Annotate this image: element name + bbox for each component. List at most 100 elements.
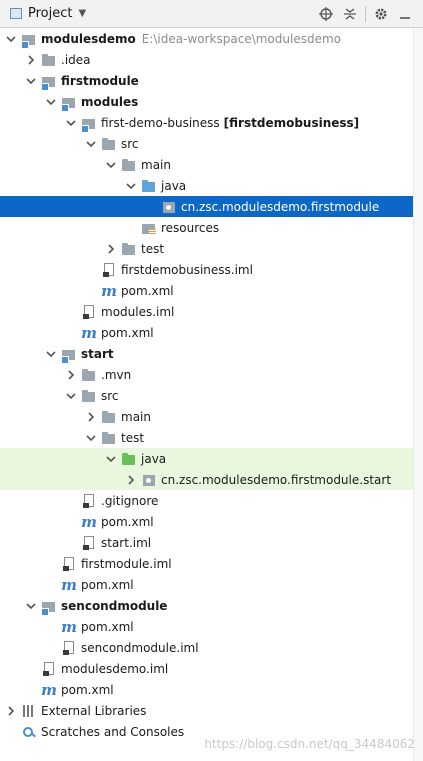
maven-icon: m xyxy=(61,575,77,594)
tree-node[interactable]: .gitignore xyxy=(0,490,423,511)
collapse-icon[interactable] xyxy=(338,4,362,24)
expand-down-icon[interactable] xyxy=(123,178,139,194)
tree-node-label: start xyxy=(81,346,114,361)
expand-down-icon[interactable] xyxy=(23,598,39,614)
tree-node-label: modulesdemo xyxy=(41,31,136,46)
tree-node[interactable]: modulesdemo E:\idea-workspace\modulesdemo xyxy=(0,28,423,49)
folder-icon xyxy=(101,409,117,425)
tree-node-extra: E:\idea-workspace\modulesdemo xyxy=(141,31,341,46)
tree-node-label: test xyxy=(121,430,145,445)
tree-node[interactable]: java xyxy=(0,175,423,196)
tree-node-label: sencondmodule xyxy=(61,598,168,613)
tree-node[interactable]: m pom.xml xyxy=(0,280,423,301)
maven-icon: m xyxy=(41,680,57,699)
tree-node-extra: [firstdemobusiness] xyxy=(223,115,360,130)
iml-file-icon xyxy=(101,262,117,278)
tree-node[interactable]: java xyxy=(0,448,423,469)
tree-node-label: sencondmodule.iml xyxy=(81,640,199,655)
tree-node[interactable]: cn.zsc.modulesdemo.firstmodule xyxy=(0,196,423,217)
tree-node[interactable]: m pom.xml xyxy=(0,322,423,343)
tree-node-label: main xyxy=(141,157,171,172)
expand-right-icon[interactable] xyxy=(3,703,19,719)
tree-node[interactable]: first-demo-business [firstdemobusiness] xyxy=(0,112,423,133)
expand-down-icon[interactable] xyxy=(103,451,119,467)
project-view-selector[interactable]: Project ▼ xyxy=(10,6,86,21)
tree-node-label: main xyxy=(121,409,151,424)
tree-node[interactable]: .mvn xyxy=(0,364,423,385)
gear-icon[interactable] xyxy=(369,4,393,24)
expand-right-icon[interactable] xyxy=(103,241,119,257)
tree-node[interactable]: start xyxy=(0,343,423,364)
maven-icon: m xyxy=(61,617,77,636)
iml-file-icon xyxy=(41,661,57,677)
tree-node[interactable]: cn.zsc.modulesdemo.firstmodule.start xyxy=(0,469,423,490)
tree-node-label: start.iml xyxy=(101,535,152,550)
folder-icon xyxy=(81,367,97,383)
tree-node[interactable]: .idea xyxy=(0,49,423,70)
tree-node-label: java xyxy=(161,178,187,193)
expand-down-icon[interactable] xyxy=(63,115,79,131)
expand-down-icon[interactable] xyxy=(63,388,79,404)
tree-node-label: firstdemobusiness.iml xyxy=(121,262,253,277)
expand-down-icon[interactable] xyxy=(103,157,119,173)
expand-right-icon[interactable] xyxy=(83,409,99,425)
expand-down-icon[interactable] xyxy=(83,136,99,152)
tree-node[interactable]: modules.iml xyxy=(0,301,423,322)
iml-file-icon xyxy=(81,493,97,509)
tree-node[interactable]: resources xyxy=(0,217,423,238)
tree-node-label: pom.xml xyxy=(81,619,134,634)
tree-node[interactable]: src xyxy=(0,385,423,406)
expand-down-icon[interactable] xyxy=(23,73,39,89)
tree-node-label: firstmodule.iml xyxy=(81,556,172,571)
tree-node[interactable]: test xyxy=(0,238,423,259)
tree-node[interactable]: src xyxy=(0,133,423,154)
scratches-icon xyxy=(21,724,37,740)
tree-node[interactable]: main xyxy=(0,154,423,175)
expand-right-icon[interactable] xyxy=(63,367,79,383)
locate-icon[interactable] xyxy=(314,4,338,24)
tree-node-label: src xyxy=(121,136,139,151)
tree-node[interactable]: m pom.xml xyxy=(0,574,423,595)
expand-right-icon[interactable] xyxy=(123,472,139,488)
tree-node[interactable]: main xyxy=(0,406,423,427)
tree-node[interactable]: m pom.xml xyxy=(0,616,423,637)
tree-node[interactable]: modules xyxy=(0,91,423,112)
tree-node[interactable]: m pom.xml xyxy=(0,511,423,532)
maven-icon: m xyxy=(81,323,97,342)
expand-right-icon[interactable] xyxy=(23,52,39,68)
tree-node-label: pom.xml xyxy=(121,283,174,298)
toolbar-divider xyxy=(365,6,366,22)
tree-node[interactable]: start.iml xyxy=(0,532,423,553)
tree-node[interactable]: modulesdemo.iml xyxy=(0,658,423,679)
expand-down-icon[interactable] xyxy=(43,346,59,362)
expand-down-icon[interactable] xyxy=(83,430,99,446)
tree-node[interactable]: sencondmodule.iml xyxy=(0,637,423,658)
vertical-scrollbar[interactable] xyxy=(413,28,423,761)
expand-down-icon[interactable] xyxy=(43,94,59,110)
folder-icon xyxy=(121,157,137,173)
tree-node[interactable]: firstmodule.iml xyxy=(0,553,423,574)
tree-node[interactable]: test xyxy=(0,427,423,448)
tree-node[interactable]: External Libraries xyxy=(0,700,423,721)
tree-node[interactable]: sencondmodule xyxy=(0,595,423,616)
tree-node[interactable]: m pom.xml xyxy=(0,679,423,700)
chevron-down-icon[interactable]: ▼ xyxy=(78,8,86,19)
package-icon xyxy=(161,199,177,215)
module-folder-icon xyxy=(81,115,97,133)
tree-node-label: pom.xml xyxy=(101,514,154,529)
tree-node-label: modulesdemo.iml xyxy=(61,661,169,676)
hide-icon[interactable] xyxy=(393,4,417,24)
tree-node[interactable]: firstmodule xyxy=(0,70,423,91)
tree-node-label: test xyxy=(141,241,165,256)
maven-icon: m xyxy=(101,281,117,300)
expand-down-icon[interactable] xyxy=(3,31,19,47)
folder-icon xyxy=(121,241,137,257)
tree-node[interactable]: firstdemobusiness.iml xyxy=(0,259,423,280)
